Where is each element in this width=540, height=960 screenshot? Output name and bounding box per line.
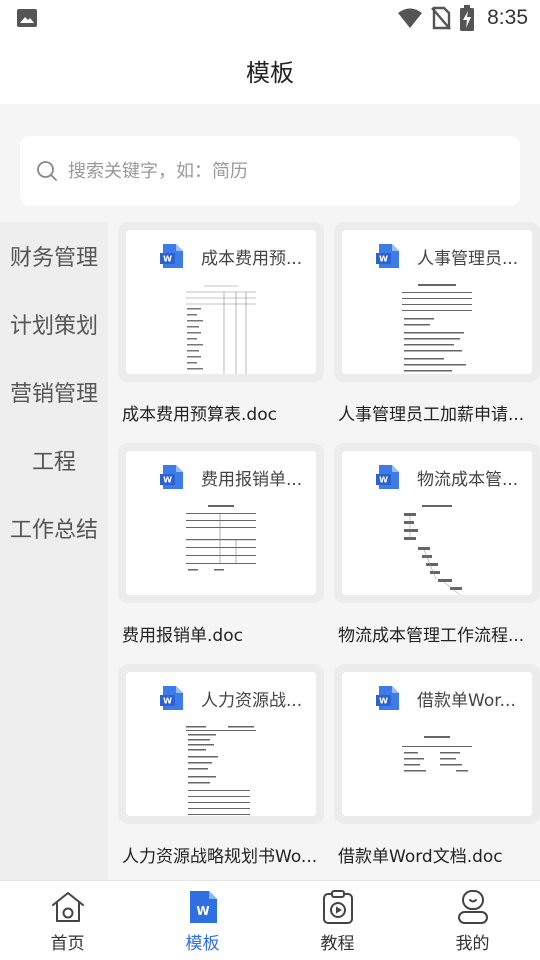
- template-name[interactable]: 费用报销单.doc: [122, 621, 320, 646]
- no-sim-icon: [431, 6, 452, 30]
- template-name[interactable]: 物流成本管理工作流程...: [338, 621, 536, 646]
- search-icon: [37, 161, 57, 181]
- category-item-marketing[interactable]: 营销管理: [0, 358, 108, 426]
- template-grid: W 成本费用预... 成本费用预算表.doc W 人事管理员... 人事管理员工…: [108, 222, 540, 880]
- svg-text:W: W: [163, 255, 172, 264]
- word-doc-icon: W: [376, 686, 399, 710]
- document-preview: [186, 505, 256, 571]
- nav-label: 教程: [320, 934, 355, 954]
- image-notification-icon: [17, 9, 37, 27]
- category-item-engineering[interactable]: 工程: [0, 426, 108, 494]
- nav-item-profile[interactable]: 我的: [405, 881, 540, 960]
- document-preview: [186, 285, 256, 374]
- nav-item-templates[interactable]: W 模板: [135, 881, 270, 960]
- word-doc-icon: W: [189, 891, 217, 923]
- category-item-planning[interactable]: 计划策划: [0, 290, 108, 358]
- template-card[interactable]: W 人力资源战... 人力资源战略规划书Wo...: [108, 664, 324, 874]
- word-doc-icon: W: [160, 686, 183, 710]
- search-area: [0, 104, 540, 222]
- document-preview: [404, 505, 462, 595]
- template-name[interactable]: 人事管理员工加薪申请...: [338, 400, 536, 425]
- svg-text:W: W: [379, 255, 388, 264]
- template-thumbnail[interactable]: W 物流成本管...: [334, 443, 540, 603]
- word-doc-icon: W: [160, 465, 183, 489]
- svg-text:W: W: [379, 697, 388, 706]
- search-input[interactable]: [68, 160, 488, 182]
- title-bar: 模板: [0, 36, 540, 104]
- nav-label: 模板: [185, 934, 220, 954]
- home-icon: [51, 892, 84, 922]
- word-doc-icon: W: [376, 244, 399, 268]
- bottom-nav: 首页 W 模板 教程 我的: [0, 880, 540, 960]
- word-doc-icon: W: [160, 244, 183, 268]
- template-thumb-title: 费用报销单...: [201, 469, 303, 490]
- template-thumb-title: 人力资源战...: [201, 690, 303, 711]
- template-name[interactable]: 借款单Word文档.doc: [338, 842, 536, 867]
- template-name[interactable]: 人力资源战略规划书Wo...: [122, 842, 320, 867]
- document-preview: [402, 284, 472, 372]
- word-doc-icon: W: [376, 465, 399, 489]
- template-card[interactable]: W 费用报销单... 费用报销单.doc: [108, 443, 324, 653]
- template-card[interactable]: W 人事管理员... 人事管理员工加薪申请...: [324, 222, 540, 432]
- svg-text:W: W: [163, 476, 172, 485]
- search-box[interactable]: [20, 136, 520, 206]
- template-thumb-title: 物流成本管...: [417, 469, 519, 490]
- template-thumb-title: 成本费用预...: [201, 248, 303, 269]
- template-thumbnail[interactable]: W 成本费用预...: [118, 222, 324, 382]
- category-sidebar: 财务管理 计划策划 营销管理 工程 工作总结: [0, 222, 108, 880]
- nav-item-tutorials[interactable]: 教程: [270, 881, 405, 960]
- nav-item-home[interactable]: 首页: [0, 881, 135, 960]
- template-card[interactable]: W 借款单Wor... 借款单Word文档.doc: [324, 664, 540, 874]
- category-item-work-summary[interactable]: 工作总结: [0, 494, 108, 562]
- template-thumbnail[interactable]: W 借款单Wor...: [334, 664, 540, 824]
- status-time: 8:35: [487, 6, 528, 29]
- nav-label: 我的: [455, 934, 490, 954]
- svg-text:W: W: [379, 476, 388, 485]
- play-video-icon: [322, 890, 353, 924]
- profile-icon: [457, 890, 488, 924]
- template-card[interactable]: W 成本费用预... 成本费用预算表.doc: [108, 222, 324, 432]
- battery-charging-icon: [460, 5, 475, 31]
- status-bar: 8:35: [0, 0, 540, 36]
- category-item-finance[interactable]: 财务管理: [0, 222, 108, 290]
- wifi-icon: [398, 8, 423, 28]
- template-card[interactable]: W 物流成本管... 物流成本管理工作流程...: [324, 443, 540, 653]
- template-thumbnail[interactable]: W 人力资源战...: [118, 664, 324, 824]
- document-preview: [402, 736, 472, 772]
- template-thumbnail[interactable]: W 人事管理员...: [334, 222, 540, 382]
- svg-text:W: W: [196, 904, 209, 918]
- page-title: 模板: [246, 58, 294, 87]
- svg-text:W: W: [163, 697, 172, 706]
- nav-label: 首页: [50, 934, 85, 954]
- template-thumb-title: 借款单Wor...: [417, 690, 516, 711]
- template-thumb-title: 人事管理员...: [417, 248, 519, 269]
- template-thumbnail[interactable]: W 费用报销单...: [118, 443, 324, 603]
- document-preview: [186, 726, 256, 815]
- template-name[interactable]: 成本费用预算表.doc: [122, 400, 320, 425]
